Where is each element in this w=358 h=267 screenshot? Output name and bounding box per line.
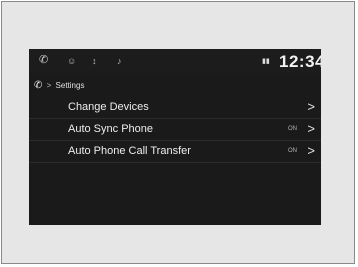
menu-item-value: ON — [288, 148, 297, 154]
phone-icon[interactable]: ✆ — [39, 53, 48, 67]
chevron-right-icon: > — [307, 143, 315, 158]
menu-item-label: Auto Phone Call Transfer — [68, 145, 191, 157]
menu-item-auto-phone-call-transfer[interactable]: Auto Phone Call Transfer ON > — [29, 141, 321, 163]
menu-item-label: Change Devices — [68, 101, 149, 113]
breadcrumb: ✆ > Settings — [34, 79, 84, 93]
breadcrumb-separator: > — [46, 81, 52, 90]
menu-item-partially-hidden[interactable] — [29, 163, 321, 185]
person-icon[interactable]: ☺ — [67, 54, 76, 68]
phone-icon: ✆ — [34, 80, 43, 91]
menu-item-auto-sync-phone[interactable]: Auto Sync Phone ON > — [29, 119, 321, 141]
breadcrumb-label: Settings — [55, 81, 85, 90]
clock: 12:34 — [279, 52, 321, 71]
status-bar: ✆ ☺ ↕ ♪ ▮▮ 12:34 — [29, 49, 321, 73]
infotainment-screen: ✆ ☺ ↕ ♪ ▮▮ 12:34 ✆ > Settings Change Dev… — [29, 49, 321, 225]
menu-item-change-devices[interactable]: Change Devices > — [29, 97, 321, 119]
menu-item-label: Auto Sync Phone — [68, 123, 154, 135]
signal-icon: ▮▮ — [262, 58, 270, 65]
menu-item-value: ON — [288, 126, 297, 132]
chevron-right-icon: > — [307, 99, 315, 114]
media-icon[interactable]: ♪ — [117, 54, 122, 68]
chevron-right-icon: > — [307, 121, 315, 136]
figure-frame: ✆ ☺ ↕ ♪ ▮▮ 12:34 ✆ > Settings Change Dev… — [1, 1, 355, 264]
usb-icon[interactable]: ↕ — [92, 54, 97, 68]
